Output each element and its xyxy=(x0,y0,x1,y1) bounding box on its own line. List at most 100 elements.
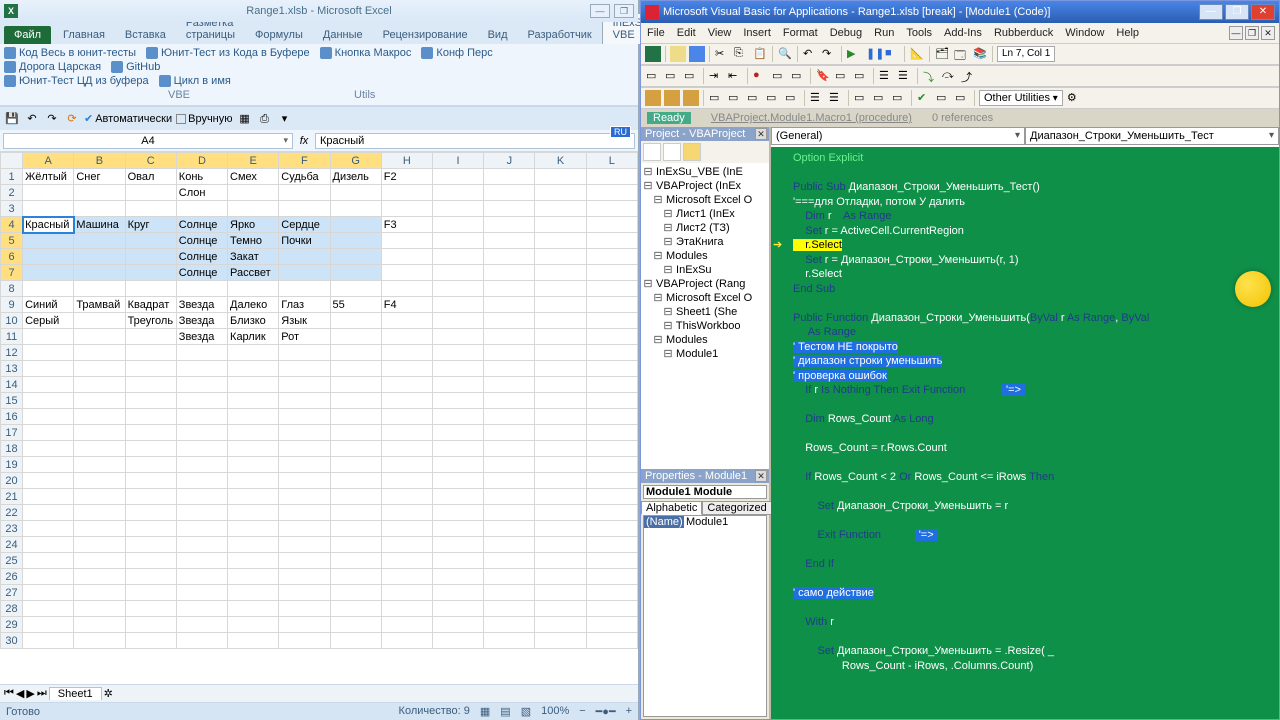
cell[interactable] xyxy=(279,505,330,521)
row-header[interactable]: 30 xyxy=(1,633,23,649)
cell[interactable] xyxy=(279,601,330,617)
list-icon[interactable]: ☰ xyxy=(897,68,913,84)
cell[interactable] xyxy=(432,409,483,425)
ribbon-tab[interactable]: Вид xyxy=(478,26,518,44)
cell[interactable] xyxy=(176,537,227,553)
cell[interactable] xyxy=(535,281,586,297)
cell[interactable] xyxy=(535,409,586,425)
cell[interactable]: Синий xyxy=(23,297,74,313)
tree-expand-icon[interactable]: ⊟ xyxy=(653,291,663,305)
vbe-menu-item[interactable]: Tools xyxy=(906,27,932,39)
cell[interactable] xyxy=(586,201,637,217)
qat-more-icon[interactable]: ▾ xyxy=(277,111,293,127)
cell[interactable] xyxy=(125,585,176,601)
cell[interactable] xyxy=(484,217,535,233)
ribbon-tab[interactable]: Разработчик xyxy=(518,26,602,44)
cell[interactable] xyxy=(381,329,432,345)
row-header[interactable]: 15 xyxy=(1,393,23,409)
cell[interactable] xyxy=(330,233,381,249)
row-header[interactable]: 20 xyxy=(1,473,23,489)
cell[interactable] xyxy=(330,569,381,585)
tree-expand-icon[interactable]: ⊟ xyxy=(663,221,673,235)
cell[interactable] xyxy=(279,633,330,649)
cell[interactable] xyxy=(330,409,381,425)
vbe-close-button[interactable]: ✕ xyxy=(1251,4,1275,20)
rd-icon[interactable]: ▭ xyxy=(727,90,743,106)
cell[interactable] xyxy=(228,281,279,297)
cell[interactable] xyxy=(586,617,637,633)
cell[interactable] xyxy=(535,169,586,185)
cell[interactable] xyxy=(381,521,432,537)
cell[interactable] xyxy=(23,281,74,297)
cell[interactable] xyxy=(381,537,432,553)
restore-button[interactable]: ❐ xyxy=(614,4,634,18)
cell[interactable] xyxy=(176,633,227,649)
cell[interactable] xyxy=(535,617,586,633)
code-line[interactable]: As Range xyxy=(793,325,1275,340)
cell[interactable] xyxy=(176,377,227,393)
cell[interactable] xyxy=(432,233,483,249)
rd-procedure[interactable]: VBAProject.Module1.Macro1 (procedure) xyxy=(711,112,912,124)
addin-button[interactable]: Кнопка Макрос xyxy=(320,47,412,59)
cell[interactable] xyxy=(176,409,227,425)
cell[interactable] xyxy=(279,425,330,441)
redo-icon[interactable]: ↷ xyxy=(821,46,837,62)
cell[interactable] xyxy=(586,185,637,201)
cell[interactable] xyxy=(432,617,483,633)
view-excel-icon[interactable] xyxy=(645,46,661,62)
object-combo[interactable]: (General) xyxy=(771,127,1025,145)
cell[interactable] xyxy=(586,345,637,361)
cell[interactable] xyxy=(228,521,279,537)
code-line[interactable]: Public Sub Диапазон_Строки_Уменьшить_Тес… xyxy=(793,180,1275,195)
cell[interactable]: Сердце xyxy=(279,217,330,233)
cell[interactable] xyxy=(23,585,74,601)
tree-expand-icon[interactable]: ⊟ xyxy=(643,179,653,193)
cell[interactable] xyxy=(176,473,227,489)
cell[interactable] xyxy=(228,601,279,617)
insert-module-icon[interactable] xyxy=(670,46,686,62)
cell[interactable]: Карлик xyxy=(228,329,279,345)
tree-expand-icon[interactable]: ⊟ xyxy=(653,249,663,263)
rd-list-icon[interactable]: ☰ xyxy=(809,90,825,106)
addin-button[interactable]: Юнит-Тест ЦД из буфера xyxy=(4,75,149,87)
cell[interactable] xyxy=(484,393,535,409)
cell[interactable]: Темно xyxy=(228,233,279,249)
cell[interactable] xyxy=(484,489,535,505)
calc-auto-toggle[interactable]: ✔Автоматически xyxy=(84,112,172,125)
cell[interactable] xyxy=(432,473,483,489)
cell[interactable] xyxy=(23,361,74,377)
paste-icon[interactable]: 📋 xyxy=(752,46,768,62)
cell[interactable] xyxy=(228,457,279,473)
sheet-nav-first-icon[interactable]: ⏮ xyxy=(4,687,14,700)
rd-icon[interactable] xyxy=(645,90,661,106)
cell[interactable] xyxy=(125,345,176,361)
tree-expand-icon[interactable]: ⊟ xyxy=(653,193,663,207)
cell[interactable] xyxy=(484,169,535,185)
pane-close-icon[interactable]: ✕ xyxy=(755,470,767,482)
cell[interactable]: Овал xyxy=(125,169,176,185)
tree-node[interactable]: ⊟ Modules xyxy=(643,249,767,263)
sheet-nav-prev-icon[interactable]: ◀ xyxy=(16,687,24,700)
cell[interactable]: Круг xyxy=(125,217,176,233)
cell[interactable] xyxy=(586,217,637,233)
cell[interactable] xyxy=(330,521,381,537)
vbe-menu-item[interactable]: Edit xyxy=(677,27,696,39)
row-header[interactable]: 12 xyxy=(1,345,23,361)
vbe-menu-item[interactable]: File xyxy=(647,27,665,39)
mdi-close-icon[interactable]: ✕ xyxy=(1261,26,1275,40)
cell[interactable] xyxy=(125,441,176,457)
zoom-level[interactable]: 100% xyxy=(541,705,569,718)
cell[interactable]: Солнце xyxy=(176,265,227,281)
cell[interactable] xyxy=(381,313,432,329)
code-line[interactable] xyxy=(793,543,1275,558)
cell[interactable] xyxy=(74,409,125,425)
cell[interactable] xyxy=(330,217,381,233)
code-line[interactable] xyxy=(793,427,1275,442)
cell[interactable] xyxy=(484,201,535,217)
tree-expand-icon[interactable]: ⊟ xyxy=(663,319,673,333)
view-normal-icon[interactable]: ▦ xyxy=(480,705,490,718)
cell[interactable]: Почки xyxy=(279,233,330,249)
cell[interactable] xyxy=(330,585,381,601)
cell[interactable] xyxy=(432,505,483,521)
vbe-menu-item[interactable]: Add-Ins xyxy=(944,27,982,39)
